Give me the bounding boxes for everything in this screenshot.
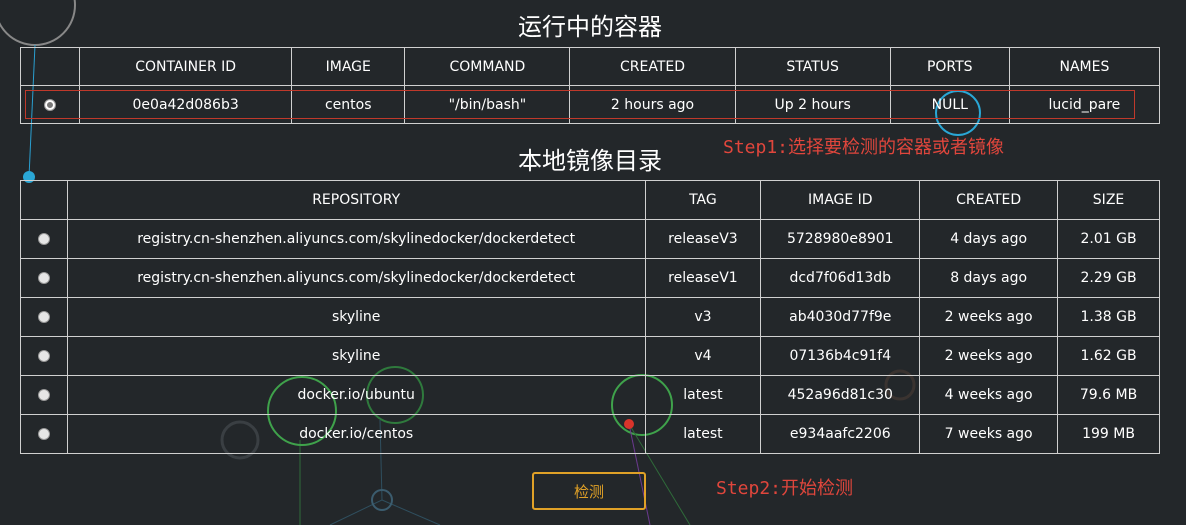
tag-cell: latest — [644, 414, 762, 454]
column-header: STATUS — [734, 47, 891, 86]
created-cell: 4 days ago — [919, 219, 1059, 259]
column-header: COMMAND — [404, 47, 571, 86]
select-cell[interactable] — [20, 375, 68, 415]
column-header: PORTS — [889, 47, 1010, 86]
table-row[interactable]: skyline v4 07136b4c91f4 2 weeks ago 1.62… — [20, 336, 1160, 376]
size-cell: 2.01 GB — [1057, 219, 1160, 259]
ports-cell: NULL — [889, 85, 1010, 124]
size-cell: 199 MB — [1057, 414, 1160, 454]
select-cell[interactable] — [20, 297, 68, 337]
table-row[interactable]: skyline v3 ab4030d77f9e 2 weeks ago 1.38… — [20, 297, 1160, 337]
column-header: SIZE — [1057, 180, 1160, 220]
column-header: IMAGE — [291, 47, 406, 86]
status-cell: Up 2 hours — [734, 85, 891, 124]
repository-cell: registry.cn-shenzhen.aliyuncs.com/skylin… — [66, 219, 646, 259]
radio-button[interactable] — [37, 428, 50, 440]
column-header: IMAGE ID — [760, 180, 921, 220]
size-cell: 2.29 GB — [1057, 258, 1160, 298]
created-cell: 8 days ago — [919, 258, 1059, 298]
repository-cell: skyline — [66, 336, 646, 376]
image-id-cell: e934aafc2206 — [760, 414, 921, 454]
created-cell: 7 weeks ago — [919, 414, 1059, 454]
repository-cell: skyline — [66, 297, 646, 337]
containers-table: CONTAINER ID IMAGE COMMAND CREATED STATU… — [19, 47, 1161, 124]
table-row[interactable]: registry.cn-shenzhen.aliyuncs.com/skylin… — [20, 219, 1160, 259]
column-header: CONTAINER ID — [79, 47, 293, 86]
radio-button[interactable] — [37, 311, 50, 323]
names-cell: lucid_pare — [1008, 85, 1161, 124]
detect-button[interactable]: 检测 — [532, 472, 646, 510]
column-header: CREATED — [919, 180, 1059, 220]
column-header: NAMES — [1008, 47, 1161, 86]
image-id-cell: 07136b4c91f4 — [760, 336, 921, 376]
step1-annotation: Step1:选择要检测的容器或者镜像 — [723, 137, 1005, 158]
radio-button[interactable] — [37, 233, 50, 245]
column-header: REPOSITORY — [66, 180, 646, 220]
containers-title: 运行中的容器 — [518, 13, 662, 41]
size-cell: 1.62 GB — [1057, 336, 1160, 376]
select-cell[interactable] — [20, 258, 68, 298]
radio-button[interactable] — [37, 272, 50, 284]
table-row[interactable]: 0e0a42d086b3 centos "/bin/bash" 2 hours … — [19, 85, 1161, 124]
table-header-row: REPOSITORY TAG IMAGE ID CREATED SIZE — [20, 180, 1160, 220]
image-id-cell: ab4030d77f9e — [760, 297, 921, 337]
select-cell[interactable] — [19, 85, 81, 124]
size-cell: 1.38 GB — [1057, 297, 1160, 337]
tag-cell: releaseV1 — [644, 258, 762, 298]
created-cell: 2 weeks ago — [919, 336, 1059, 376]
repository-cell: docker.io/centos — [66, 414, 646, 454]
images-table: REPOSITORY TAG IMAGE ID CREATED SIZE reg… — [20, 180, 1160, 454]
command-cell: "/bin/bash" — [404, 85, 571, 124]
table-row[interactable]: docker.io/centos latest e934aafc2206 7 w… — [20, 414, 1160, 454]
radio-button-selected[interactable] — [44, 98, 57, 111]
select-column-header — [19, 47, 81, 86]
select-cell[interactable] — [20, 414, 68, 454]
container-id-cell: 0e0a42d086b3 — [79, 85, 293, 124]
table-header-row: CONTAINER ID IMAGE COMMAND CREATED STATU… — [19, 47, 1161, 86]
column-header: TAG — [644, 180, 762, 220]
table-row[interactable]: docker.io/ubuntu latest 452a96d81c30 4 w… — [20, 375, 1160, 415]
step2-annotation: Step2:开始检测 — [716, 478, 854, 499]
radio-button[interactable] — [37, 389, 50, 401]
created-cell: 4 weeks ago — [919, 375, 1059, 415]
tag-cell: v4 — [644, 336, 762, 376]
decor-line — [329, 499, 383, 525]
image-id-cell: dcd7f06d13db — [760, 258, 921, 298]
select-column-header — [20, 180, 68, 220]
select-cell[interactable] — [20, 219, 68, 259]
repository-cell: docker.io/ubuntu — [66, 375, 646, 415]
tag-cell: releaseV3 — [644, 219, 762, 259]
tag-cell: latest — [644, 375, 762, 415]
created-cell: 2 weeks ago — [919, 297, 1059, 337]
select-cell[interactable] — [20, 336, 68, 376]
radio-button[interactable] — [37, 350, 50, 362]
table-row[interactable]: registry.cn-shenzhen.aliyuncs.com/skylin… — [20, 258, 1160, 298]
repository-cell: registry.cn-shenzhen.aliyuncs.com/skylin… — [66, 258, 646, 298]
tag-cell: v3 — [644, 297, 762, 337]
image-id-cell: 5728980e8901 — [760, 219, 921, 259]
image-id-cell: 452a96d81c30 — [760, 375, 921, 415]
size-cell: 79.6 MB — [1057, 375, 1160, 415]
created-cell: 2 hours ago — [569, 85, 736, 124]
image-cell: centos — [291, 85, 406, 124]
column-header: CREATED — [569, 47, 736, 86]
